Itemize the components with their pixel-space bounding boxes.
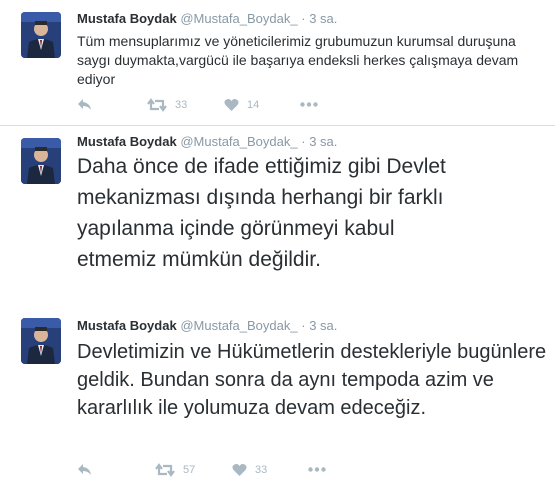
timestamp[interactable]: 3 sa. <box>309 11 337 26</box>
tweet-header: Mustafa Boydak @Mustafa_Boydak_ · 3 sa. <box>77 134 337 149</box>
tweet-1[interactable]: Mustafa Boydak @Mustafa_Boydak_ · 3 sa. … <box>0 0 555 125</box>
separator-dot: · <box>301 11 306 26</box>
author-handle[interactable]: @Mustafa_Boydak_ <box>180 11 297 26</box>
like-count: 14 <box>247 99 260 111</box>
reply-button[interactable] <box>77 98 93 112</box>
avatar[interactable] <box>21 12 61 58</box>
tweet-text: Devletimizin ve Hükümetlerin destekleriy… <box>77 341 547 419</box>
heart-icon <box>224 99 239 111</box>
tweet-actions: 57 33 <box>0 462 555 480</box>
heart-icon <box>232 464 247 476</box>
tweet-3[interactable]: Mustafa Boydak @Mustafa_Boydak_ · 3 sa. … <box>0 306 555 481</box>
more-button[interactable] <box>308 467 326 472</box>
author-handle[interactable]: @Mustafa_Boydak_ <box>180 318 297 333</box>
tweet-header: Mustafa Boydak @Mustafa_Boydak_ · 3 sa. <box>77 11 337 26</box>
profile-photo <box>21 318 61 364</box>
author-name[interactable]: Mustafa Boydak <box>77 11 177 26</box>
timestamp[interactable]: 3 sa. <box>309 134 337 149</box>
retweet-icon <box>155 463 175 477</box>
author-handle[interactable]: @Mustafa_Boydak_ <box>180 134 297 149</box>
tweet-2[interactable]: Mustafa Boydak @Mustafa_Boydak_ · 3 sa. … <box>0 126 555 306</box>
reply-icon <box>78 464 91 475</box>
timestamp[interactable]: 3 sa. <box>309 318 337 333</box>
like-button[interactable]: 33 <box>232 463 267 477</box>
like-count: 33 <box>255 464 268 476</box>
reply-button[interactable] <box>77 463 93 477</box>
retweet-button[interactable]: 33 <box>147 98 187 112</box>
avatar[interactable] <box>21 138 61 184</box>
author-name[interactable]: Mustafa Boydak <box>77 318 177 333</box>
separator-dot: · <box>301 134 306 149</box>
separator-dot: · <box>301 318 306 333</box>
like-button[interactable]: 14 <box>224 98 259 112</box>
more-icon <box>308 467 326 472</box>
avatar[interactable] <box>21 318 61 364</box>
author-name[interactable]: Mustafa Boydak <box>77 134 177 149</box>
reply-icon <box>78 99 91 110</box>
more-button[interactable] <box>300 102 318 107</box>
tweet-text: Tüm mensuplarımız ve yöneticilerimiz gru… <box>77 33 519 87</box>
retweet-count: 57 <box>183 464 196 476</box>
retweet-button[interactable]: 57 <box>155 463 195 477</box>
retweet-icon <box>147 98 167 112</box>
retweet-count: 33 <box>175 99 188 111</box>
tweet-header: Mustafa Boydak @Mustafa_Boydak_ · 3 sa. <box>77 318 337 333</box>
profile-photo <box>21 12 61 58</box>
tweet-actions: 33 14 <box>0 97 555 115</box>
more-icon <box>300 102 318 107</box>
tweet-text: Daha önce de ifade ettiğimiz gibi Devlet… <box>77 155 446 271</box>
profile-photo <box>21 138 61 184</box>
